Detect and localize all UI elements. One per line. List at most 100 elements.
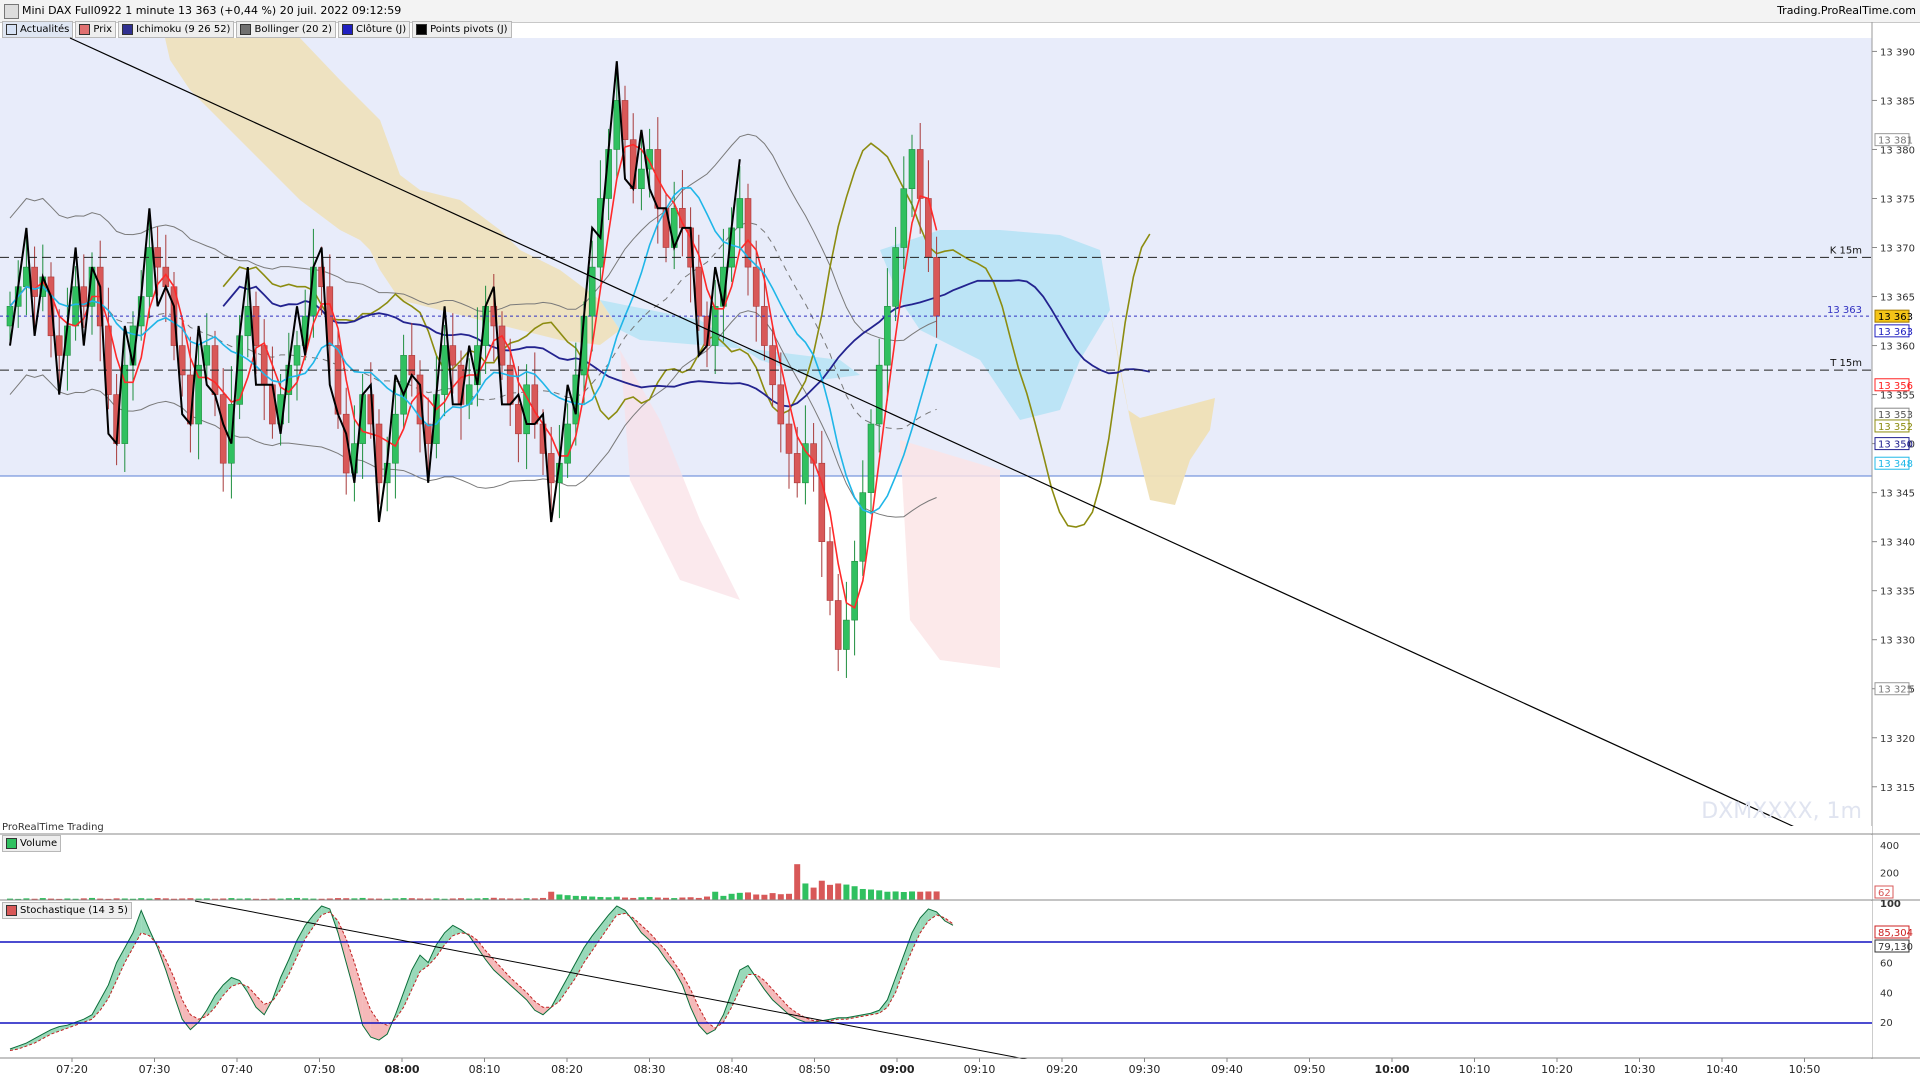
stoch-fill	[805, 1017, 814, 1023]
stoch-k-line	[9, 905, 954, 1050]
candle-body	[301, 315, 309, 346]
candle-body	[465, 384, 473, 405]
volume-bar	[359, 897, 366, 900]
volume-bar	[646, 896, 653, 900]
trend-line-stoch[interactable]	[194, 900, 1031, 1061]
price-tag-box	[1874, 419, 1910, 433]
stoch-fill	[821, 1019, 830, 1021]
legend-bollinger[interactable]: Bollinger (20 2)	[236, 21, 336, 38]
stoch-fill	[329, 908, 338, 933]
volume-bar	[392, 898, 399, 900]
candle-body	[802, 443, 809, 484]
stoch-fill	[116, 947, 125, 981]
volume-bar	[761, 894, 768, 900]
trend-line-price[interactable]	[69, 37, 1811, 835]
volume-bar	[540, 897, 546, 900]
stoch-fill	[903, 932, 912, 971]
candle-body	[777, 384, 785, 425]
volume-bar	[277, 898, 284, 900]
price-tag-box	[1874, 378, 1910, 392]
stoch-panel-bg	[0, 901, 1872, 1058]
stoch-fill	[567, 962, 576, 990]
volume-panel-bg	[0, 835, 1872, 900]
stoch-fill	[789, 1007, 798, 1020]
legend-pivot-points[interactable]: Points pivots (J)	[412, 21, 512, 38]
price-tick-label: 13 360	[1880, 342, 1915, 353]
tenkan-line	[9, 143, 938, 610]
stoch-fill	[559, 977, 568, 1002]
price-tag-box	[1874, 456, 1910, 470]
legend-price[interactable]: Prix	[75, 21, 117, 38]
candle-body	[769, 345, 776, 386]
stoch-fill	[10, 1046, 19, 1051]
candle-body	[875, 364, 883, 425]
candle-body	[687, 227, 694, 268]
volume-bar	[310, 898, 317, 900]
stoch-tick-label: 100	[1880, 899, 1901, 910]
volume-bar	[105, 898, 112, 900]
chart-area[interactable]: K 15m T 15m 13 363 13 390 13 385 13 380 13 37…	[0, 0, 1920, 1080]
time-tick-label: 08:40	[716, 1063, 748, 1076]
time-tick-label: 07:30	[139, 1063, 171, 1076]
stoch-fill	[59, 1025, 68, 1032]
candle-body	[588, 266, 596, 317]
time-tick-label: 10:20	[1541, 1063, 1573, 1076]
volume-bar	[622, 897, 628, 900]
candle-body	[441, 345, 448, 395]
candle-body	[515, 404, 522, 435]
stoch-tick-label: 20	[1880, 1018, 1893, 1029]
stoch-fill	[346, 938, 355, 993]
volume-bar	[777, 894, 784, 900]
stoch-fill	[510, 977, 519, 993]
legend-close-daily[interactable]: Clôture (J)	[337, 21, 411, 38]
volume-bar	[23, 898, 30, 900]
stoch-fill	[305, 914, 314, 939]
title-bar: Mini DAX Full0922 1 minute 13 363 (+0,44…	[0, 0, 1920, 23]
volume-bar	[162, 898, 169, 900]
stoch-fill	[297, 925, 306, 957]
candle-body	[72, 286, 79, 327]
stoch-fill	[469, 934, 478, 948]
legend-news[interactable]: Actualités	[2, 21, 74, 38]
window-icon	[4, 4, 19, 19]
price-tag-box	[1874, 309, 1910, 323]
volume-label[interactable]: Volume	[2, 835, 62, 852]
candle-body	[367, 394, 375, 425]
time-tick-label: 09:20	[1046, 1063, 1078, 1076]
candle-body	[654, 149, 662, 209]
candle-body	[457, 364, 465, 405]
price-tick-label: 13 380	[1880, 145, 1915, 156]
brand-link[interactable]: Trading.ProRealTime.com	[1777, 4, 1916, 17]
stoch-fill	[34, 1034, 43, 1044]
candle-body	[711, 306, 719, 346]
candle-body	[293, 345, 301, 366]
stoch-fill	[165, 959, 174, 996]
stoch-fill	[797, 1013, 806, 1023]
candle-body	[744, 198, 752, 268]
price-tag: 13 352	[1878, 422, 1913, 433]
stoch-fill	[772, 989, 781, 1008]
candle-body	[334, 345, 342, 415]
price-tag: 13 381	[1878, 136, 1913, 147]
stoch-label[interactable]: Stochastique (14 3 5)	[2, 902, 132, 919]
price-tick-label: 13 335	[1880, 587, 1915, 598]
stoch-tick-label: 80	[1880, 929, 1893, 940]
stoch-fill	[75, 1019, 84, 1026]
legend-ichimoku[interactable]: Ichimoku (9 26 52)	[118, 21, 235, 38]
volume-bar	[179, 898, 186, 900]
volume-bar	[376, 898, 382, 900]
candle-body	[433, 394, 440, 444]
stoch-fill	[387, 1014, 396, 1035]
volume-bar	[663, 897, 669, 900]
volume-bar	[843, 884, 850, 900]
volume-bar	[80, 898, 87, 900]
candle-body	[884, 306, 891, 366]
time-tick-label: 10:40	[1706, 1063, 1738, 1076]
volume-bar	[810, 887, 817, 900]
stoch-fill	[395, 992, 404, 1020]
stoch-fill	[288, 940, 297, 975]
stoch-fill	[26, 1038, 35, 1047]
volume-bar	[474, 898, 481, 900]
volume-bar	[482, 898, 489, 900]
stoch-fill	[526, 992, 535, 1011]
